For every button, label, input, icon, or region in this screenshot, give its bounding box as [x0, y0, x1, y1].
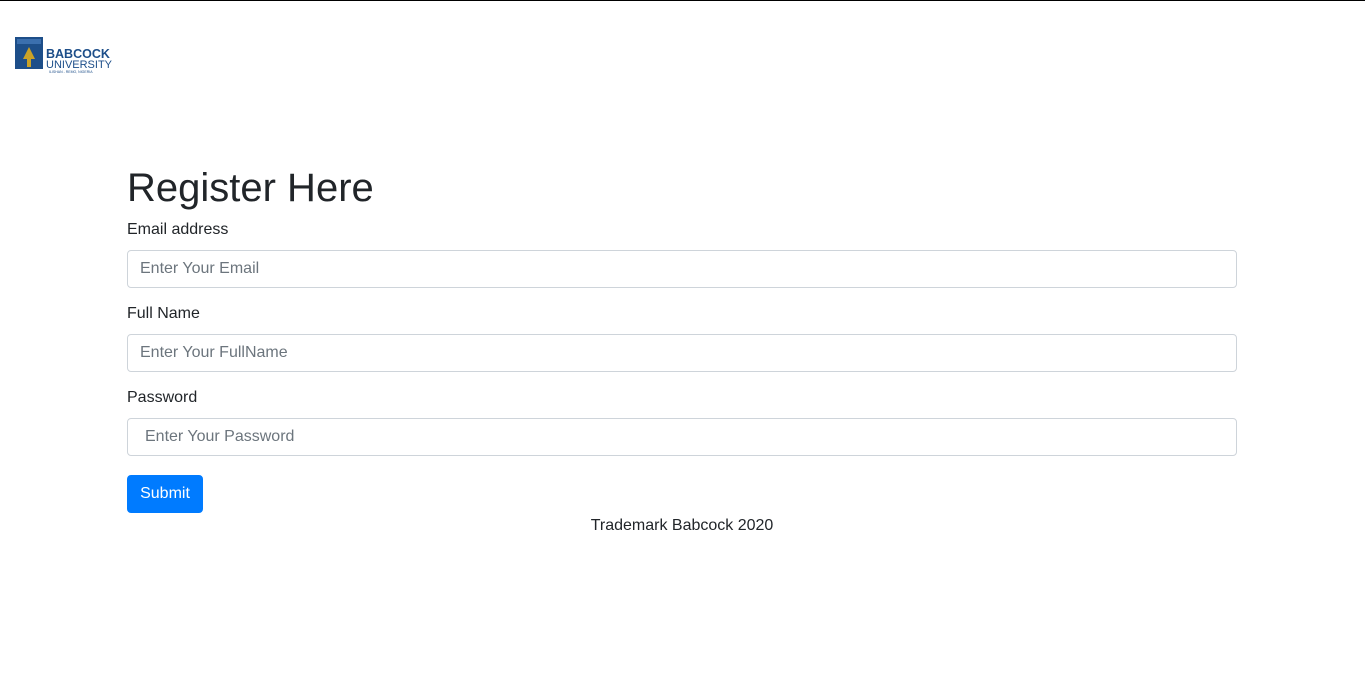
page-title: Register Here	[127, 166, 374, 210]
password-label: Password	[127, 389, 198, 406]
full-name-field[interactable]	[127, 334, 1237, 372]
password-group: Password	[127, 388, 1237, 456]
logo-image: BABCOCK UNIVERSITY ILISHAN - REMO, NIGER…	[15, 37, 113, 74]
submit-button[interactable]: Submit	[127, 475, 203, 513]
full-name-group: Full Name	[127, 304, 1237, 372]
babcock-logo[interactable]: BABCOCK UNIVERSITY ILISHAN - REMO, NIGER…	[15, 37, 117, 74]
top-border	[0, 0, 1365, 1]
password-field[interactable]	[127, 418, 1237, 456]
email-group: Email address	[127, 220, 1237, 288]
footer-text: Trademark Babcock 2020	[590, 517, 774, 534]
register-form: Email address Full Name Password Submit	[127, 220, 1237, 513]
full-name-label: Full Name	[127, 305, 200, 322]
email-label: Email address	[127, 221, 229, 238]
email-field[interactable]	[127, 250, 1237, 288]
register-container: Register Here Email address Full Name Pa…	[127, 160, 1237, 534]
logo-tagline: ILISHAN - REMO, NIGERIA	[49, 70, 93, 74]
